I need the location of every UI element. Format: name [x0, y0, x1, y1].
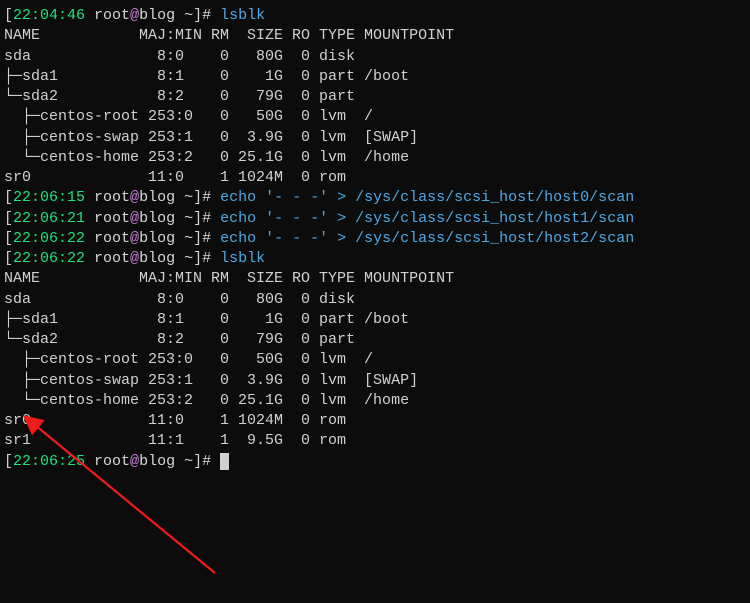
prompt-time: 22:06:15	[13, 189, 85, 206]
prompt-path: ~	[175, 453, 193, 470]
output-line: └─sda2 8:2 0 79G 0 part	[4, 87, 746, 107]
prompt-time: 22:06:22	[13, 230, 85, 247]
output-line: sr0 11:0 1 1024M 0 rom	[4, 168, 746, 188]
prompt-at: @	[130, 250, 139, 267]
prompt-path: ~	[175, 189, 193, 206]
prompt-bracket: ]	[193, 210, 202, 227]
cursor-icon	[220, 453, 229, 470]
prompt-hash: #	[202, 189, 220, 206]
output-line: sda 8:0 0 80G 0 disk	[4, 290, 746, 310]
prompt-bracket: [	[4, 7, 13, 24]
output-line: ├─sda1 8:1 0 1G 0 part /boot	[4, 310, 746, 330]
output-line: ├─sda1 8:1 0 1G 0 part /boot	[4, 67, 746, 87]
prompt-host: blog	[139, 250, 175, 267]
command-text: echo '- - -' > /sys/class/scsi_host/host…	[220, 189, 634, 206]
terminal-line: [22:06:22 root@blog ~]# echo '- - -' > /…	[4, 229, 746, 249]
output-line: sr0 11:0 1 1024M 0 rom	[4, 411, 746, 431]
prompt-bracket: [	[4, 210, 13, 227]
terminal-line: [22:06:21 root@blog ~]# echo '- - -' > /…	[4, 209, 746, 229]
prompt-user: root	[85, 230, 130, 247]
output-line: ├─centos-swap 253:1 0 3.9G 0 lvm [SWAP]	[4, 371, 746, 391]
prompt-path: ~	[175, 250, 193, 267]
prompt-bracket: [	[4, 230, 13, 247]
output-line: sda 8:0 0 80G 0 disk	[4, 47, 746, 67]
command-text: echo '- - -' > /sys/class/scsi_host/host…	[220, 210, 634, 227]
output-line: ├─centos-swap 253:1 0 3.9G 0 lvm [SWAP]	[4, 128, 746, 148]
prompt-hash: #	[202, 230, 220, 247]
output-line: NAME MAJ:MIN RM SIZE RO TYPE MOUNTPOINT	[4, 269, 746, 289]
prompt-user: root	[85, 250, 130, 267]
prompt-bracket: ]	[193, 230, 202, 247]
command-text: lsblk	[220, 7, 265, 24]
command-text: lsblk	[220, 250, 265, 267]
prompt-bracket: [	[4, 250, 13, 267]
terminal-line: [22:06:15 root@blog ~]# echo '- - -' > /…	[4, 188, 746, 208]
prompt-user: root	[85, 453, 130, 470]
prompt-bracket: ]	[193, 189, 202, 206]
output-line: NAME MAJ:MIN RM SIZE RO TYPE MOUNTPOINT	[4, 26, 746, 46]
prompt-host: blog	[139, 453, 175, 470]
prompt-user: root	[85, 210, 130, 227]
prompt-hash: #	[202, 453, 220, 470]
prompt-hash: #	[202, 7, 220, 24]
prompt-hash: #	[202, 210, 220, 227]
command-text: echo '- - -' > /sys/class/scsi_host/host…	[220, 230, 634, 247]
prompt-user: root	[85, 189, 130, 206]
prompt-path: ~	[175, 210, 193, 227]
prompt-time: 22:06:25	[13, 453, 85, 470]
prompt-at: @	[130, 189, 139, 206]
prompt-time: 22:04:46	[13, 7, 85, 24]
output-line: sr1 11:1 1 9.5G 0 rom	[4, 431, 746, 451]
prompt-user: root	[85, 7, 130, 24]
output-line: ├─centos-root 253:0 0 50G 0 lvm /	[4, 107, 746, 127]
prompt-bracket: [	[4, 453, 13, 470]
prompt-host: blog	[139, 210, 175, 227]
prompt-bracket: [	[4, 189, 13, 206]
terminal-line: [22:04:46 root@blog ~]# lsblk	[4, 6, 746, 26]
prompt-host: blog	[139, 230, 175, 247]
prompt-at: @	[130, 453, 139, 470]
terminal-output[interactable]: [22:04:46 root@blog ~]# lsblkNAME MAJ:MI…	[4, 6, 746, 472]
output-line: └─centos-home 253:2 0 25.1G 0 lvm /home	[4, 148, 746, 168]
prompt-bracket: ]	[193, 250, 202, 267]
prompt-host: blog	[139, 7, 175, 24]
output-line: ├─centos-root 253:0 0 50G 0 lvm /	[4, 350, 746, 370]
prompt-time: 22:06:22	[13, 250, 85, 267]
prompt-path: ~	[175, 7, 193, 24]
prompt-at: @	[130, 210, 139, 227]
prompt-host: blog	[139, 189, 175, 206]
prompt-hash: #	[202, 250, 220, 267]
prompt-path: ~	[175, 230, 193, 247]
prompt-at: @	[130, 7, 139, 24]
output-line: └─sda2 8:2 0 79G 0 part	[4, 330, 746, 350]
prompt-bracket: ]	[193, 453, 202, 470]
prompt-bracket: ]	[193, 7, 202, 24]
output-line: └─centos-home 253:2 0 25.1G 0 lvm /home	[4, 391, 746, 411]
terminal-line: [22:06:25 root@blog ~]#	[4, 452, 746, 472]
prompt-at: @	[130, 230, 139, 247]
prompt-time: 22:06:21	[13, 210, 85, 227]
terminal-line: [22:06:22 root@blog ~]# lsblk	[4, 249, 746, 269]
